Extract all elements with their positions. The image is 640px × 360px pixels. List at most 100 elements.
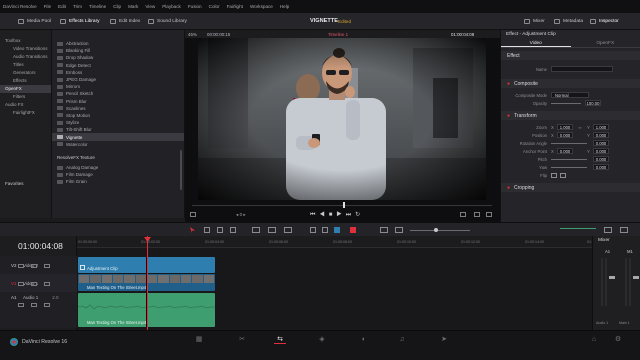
effect-item[interactable]: Stop Motion — [52, 112, 184, 119]
viewer-mode-icon[interactable] — [190, 212, 196, 217]
effect-item[interactable]: Emboss — [52, 69, 184, 76]
flip-vertical-icon[interactable] — [560, 172, 566, 178]
solo-icon[interactable] — [44, 303, 50, 307]
effects-list-scrollbar[interactable] — [180, 150, 182, 190]
media-pool-button[interactable]: Media Pool — [18, 16, 51, 27]
page-deliver-icon[interactable]: ➤ — [438, 334, 450, 344]
loop-icon[interactable]: ↻ — [355, 212, 364, 218]
effect-item[interactable]: Film Damage — [52, 171, 184, 178]
speaker-icon[interactable] — [604, 227, 612, 233]
inspector-button[interactable]: Inspector — [590, 16, 619, 27]
opacity-slider[interactable] — [551, 102, 581, 104]
overwrite-clip-icon[interactable] — [268, 227, 276, 233]
lock-track-icon[interactable] — [18, 282, 24, 286]
opacity-input[interactable]: 100.00 — [585, 100, 601, 106]
pitch-input[interactable]: 0.000 — [593, 156, 609, 162]
effect-item[interactable]: Prism Blur — [52, 98, 184, 105]
menu-item[interactable]: Workspace — [250, 4, 273, 9]
anchor-x-input[interactable]: 0.000 — [557, 148, 573, 154]
play-icon[interactable]: ▶ — [336, 212, 345, 218]
tree-item-effects[interactable]: Effects — [0, 77, 51, 85]
sound-library-button[interactable]: Sound Library — [148, 16, 187, 27]
linked-selection-icon[interactable] — [322, 227, 328, 233]
fader-m1[interactable] — [633, 276, 639, 279]
disable-track-icon[interactable] — [44, 264, 50, 268]
match-frame-icon[interactable] — [460, 212, 466, 217]
page-cut-icon[interactable]: ✂ — [236, 334, 248, 344]
tree-item-toolbox[interactable]: Toolbox — [0, 37, 51, 45]
viewer-zoom[interactable]: 45% — [188, 32, 197, 37]
name-input[interactable] — [551, 66, 613, 72]
effect-item-vignette[interactable]: Vignette — [52, 133, 184, 141]
tree-item-audio-transitions[interactable]: Audio Transitions — [0, 53, 51, 61]
auto-select-icon[interactable] — [31, 303, 37, 307]
tree-item-audio-fx[interactable]: Audio FX — [0, 101, 51, 109]
menu-item[interactable]: Edit — [58, 4, 66, 9]
position-y-input[interactable]: 0.000 — [593, 132, 609, 138]
anchor-y-input[interactable]: 0.000 — [593, 148, 609, 154]
volume-slider[interactable] — [560, 228, 596, 229]
page-edit-icon[interactable]: ⇆ — [274, 334, 286, 344]
effects-library-button[interactable]: Effects Library — [60, 16, 100, 27]
insert-clip-icon[interactable] — [252, 227, 260, 233]
page-fusion-icon[interactable]: ◈ — [316, 334, 328, 344]
home-icon[interactable]: ⌂ — [588, 334, 600, 344]
menu-item[interactable]: Fusion — [188, 4, 202, 9]
tree-item-titles[interactable]: Titles — [0, 61, 51, 69]
timeline-ruler[interactable]: 01:00:00:00 01:00:02:00 01:00:04:00 01:0… — [77, 236, 606, 248]
effect-item[interactable]: Scanlines — [52, 105, 184, 112]
edit-index-button[interactable]: Edit Index — [110, 16, 140, 27]
trim-tool-icon[interactable] — [204, 227, 210, 233]
menu-item[interactable]: Playback — [162, 4, 181, 9]
page-fairlight-icon[interactable]: ♫ — [396, 334, 408, 344]
timeline-options-icon[interactable] — [620, 227, 628, 233]
menu-item[interactable]: Trim — [73, 4, 82, 9]
effect-item[interactable]: Stylize — [52, 119, 184, 126]
disable-track-icon[interactable] — [44, 282, 50, 286]
tree-item-video-transitions[interactable]: Video Transitions — [0, 45, 51, 53]
effect-item[interactable]: Blanking Fill — [52, 47, 184, 54]
edit-point[interactable] — [146, 257, 147, 327]
track-header-v1[interactable]: V1 Video 1 — [0, 274, 77, 292]
viewer-playhead[interactable] — [343, 202, 345, 208]
enable-dot-icon[interactable]: ● — [507, 185, 510, 191]
composite-section-header[interactable]: ● Composite — [501, 79, 640, 88]
jump-end-icon[interactable]: ⏭ — [346, 212, 355, 218]
effect-item[interactable]: Mirrors — [52, 83, 184, 90]
effect-item[interactable]: Drop Shadow — [52, 54, 184, 61]
metadata-button[interactable]: Metadata — [554, 16, 583, 27]
effect-item[interactable]: Watercolor — [52, 141, 184, 148]
timeline-zoom-slider[interactable] — [410, 230, 470, 231]
track-header-a1[interactable]: A1 Audio 1 2.0 — [0, 292, 77, 328]
jump-start-icon[interactable]: ⏮ — [310, 212, 319, 218]
link-icon[interactable]: ∞ — [573, 125, 587, 130]
menu-item[interactable]: Mark — [128, 4, 138, 9]
lock-track-icon[interactable] — [18, 303, 24, 307]
effect-item[interactable]: JPEG Damage — [52, 76, 184, 83]
settings-icon[interactable]: ⚙ — [612, 334, 624, 344]
effect-item[interactable]: Edge Detect — [52, 62, 184, 69]
position-x-input[interactable]: 0.000 — [557, 132, 573, 138]
tree-item-filters[interactable]: Filters — [0, 93, 51, 101]
auto-select-icon[interactable] — [31, 282, 37, 286]
fader-a1[interactable] — [609, 276, 615, 279]
yaw-slider[interactable] — [551, 166, 587, 168]
menu-item[interactable]: Clip — [113, 4, 121, 9]
zoom-detail-icon[interactable] — [395, 227, 403, 233]
menu-item[interactable]: Color — [209, 4, 220, 9]
timeline-zoom-handle[interactable] — [434, 228, 438, 232]
yaw-input[interactable]: 0.000 — [593, 164, 609, 170]
timeline-name[interactable]: Timeline 1 — [328, 32, 348, 37]
transform-section-header[interactable]: ● Transform — [501, 111, 640, 120]
effect-section-header[interactable]: Effect — [501, 51, 640, 60]
timeline-playhead[interactable] — [147, 236, 148, 330]
blade-tool-icon[interactable] — [230, 227, 236, 233]
effect-item[interactable]: Analog Damage — [52, 164, 184, 171]
rotation-slider[interactable] — [551, 142, 587, 144]
auto-select-icon[interactable] — [31, 264, 37, 268]
selection-tool-icon[interactable] — [190, 227, 195, 233]
tree-item-openfx[interactable]: OpenFX — [0, 85, 51, 93]
tab-openfx[interactable]: OpenFX — [571, 39, 640, 47]
menu-item[interactable]: Timeline — [89, 4, 106, 9]
enable-dot-icon[interactable]: ● — [507, 113, 510, 119]
